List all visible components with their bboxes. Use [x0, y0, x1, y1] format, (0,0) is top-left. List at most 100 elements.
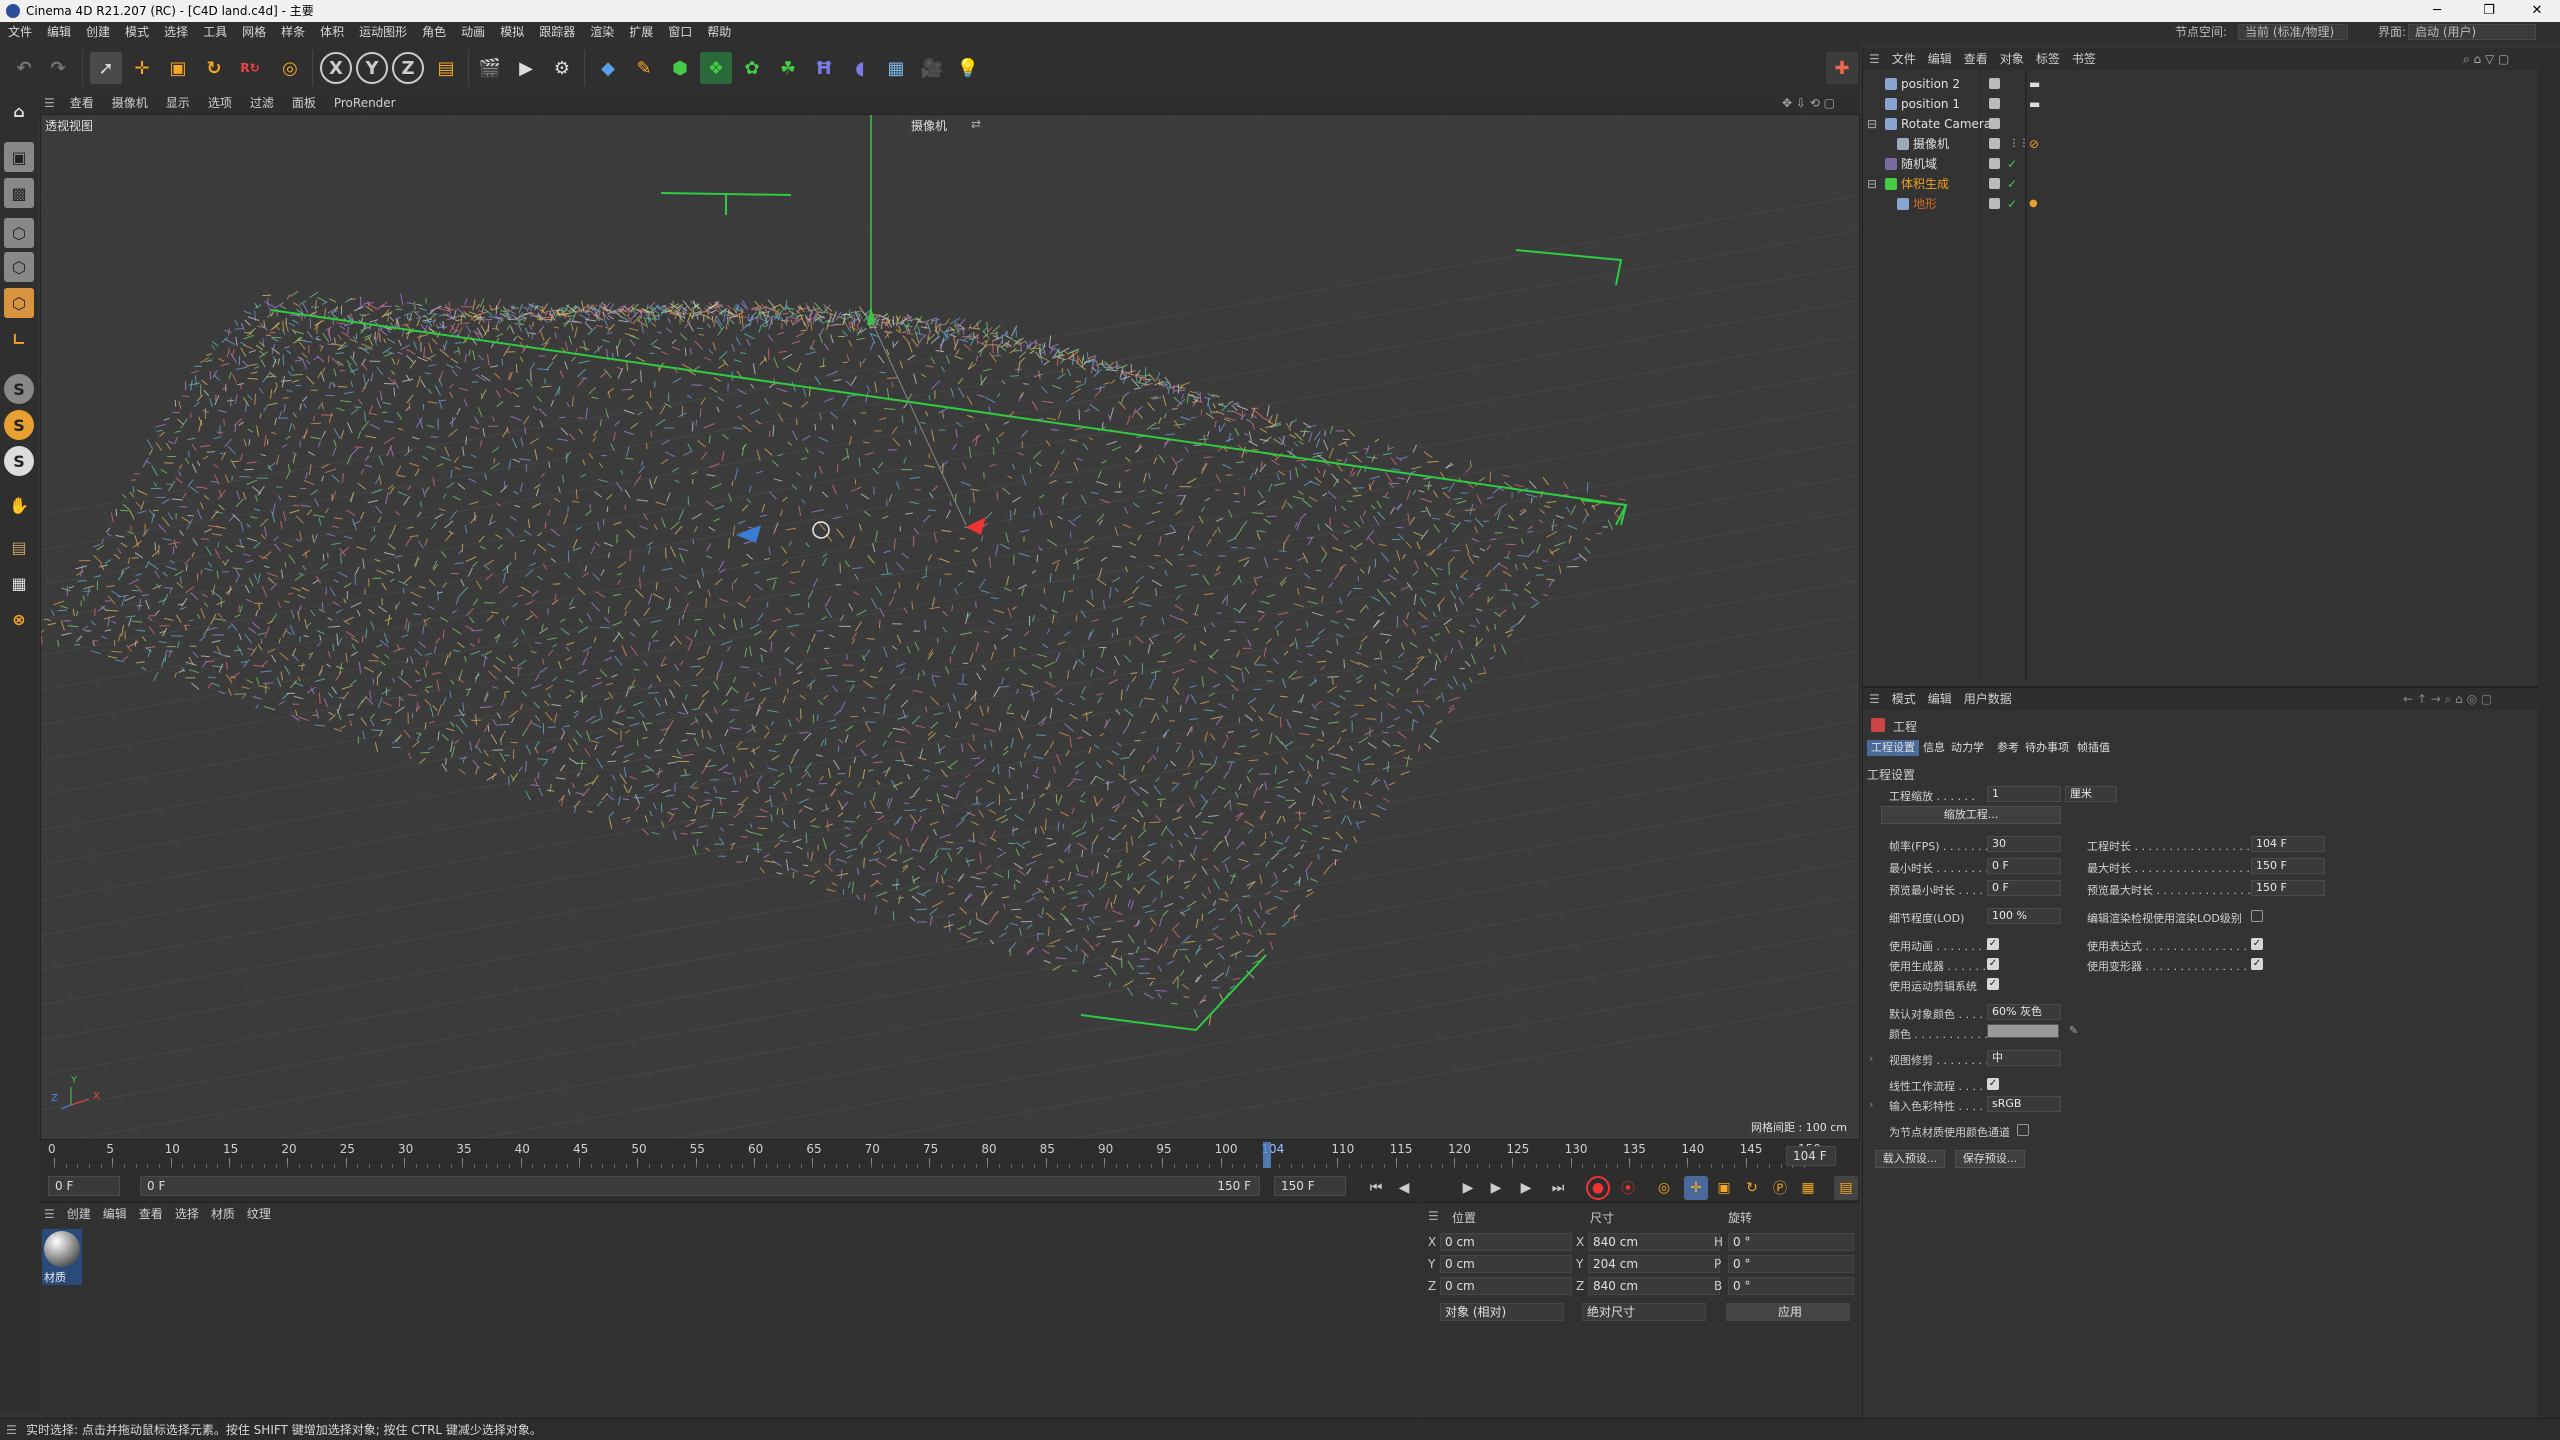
redo-icon[interactable]: ↷: [42, 52, 74, 84]
recent-tools-icon[interactable]: R↻: [234, 52, 266, 84]
render-settings-icon[interactable]: ⚙: [546, 52, 578, 84]
terrain-hair-strand: [672, 467, 680, 473]
workplane-icon[interactable]: ▤: [4, 532, 34, 562]
live-selection-icon[interactable]: ➚: [90, 52, 122, 84]
terrain-hair-strand: [1023, 752, 1027, 758]
terrain-hair-strand: [803, 732, 812, 742]
viewport-navigation-icons[interactable]: ✥ ⇩ ⟲ ▢: [1782, 92, 1835, 114]
viewport-menu-prorender[interactable]: ProRender: [325, 92, 405, 114]
node-space-dropdown[interactable]: 当前 (标准/物理): [2238, 24, 2348, 40]
terrain-hair-strand: [1360, 568, 1365, 574]
array-icon[interactable]: ❖: [700, 52, 732, 84]
model-mode-icon[interactable]: ▣: [4, 142, 34, 172]
terrain-hair-strand: [316, 641, 322, 647]
viewport-menu-display[interactable]: 显示: [157, 92, 199, 114]
terrain-hair-strand: [1007, 475, 1013, 479]
viewport-menu-filter[interactable]: 过滤: [241, 92, 283, 114]
menu-extensions[interactable]: 扩展: [621, 22, 660, 42]
snap-icon[interactable]: S: [4, 374, 34, 404]
menu-character[interactable]: 角色: [414, 22, 453, 42]
menu-spline[interactable]: 样条: [273, 22, 312, 42]
points-mode-icon[interactable]: ⬡: [4, 218, 34, 248]
polygons-mode-icon[interactable]: ⬡: [4, 288, 34, 318]
grid-icon[interactable]: ▦: [4, 568, 34, 598]
workplane-snap-icon[interactable]: S: [4, 446, 34, 476]
maximize-button[interactable]: ❐: [2466, 0, 2512, 22]
deformer-icon[interactable]: Ħ: [808, 52, 840, 84]
locked-workplane-icon[interactable]: ⊗: [4, 604, 34, 634]
viewport-menu-options[interactable]: 选项: [199, 92, 241, 114]
make-editable-icon[interactable]: ⌂: [4, 96, 34, 126]
menu-file[interactable]: 文件: [0, 22, 39, 42]
terrain-hair-strand: [826, 674, 838, 677]
z-axis-lock-button[interactable]: Z: [392, 52, 424, 84]
y-axis-lock-button[interactable]: Y: [356, 52, 388, 84]
terrain-hair-strand: [819, 775, 824, 782]
scale-icon[interactable]: ▣: [162, 52, 194, 84]
terrain-hair-strand: [457, 483, 466, 490]
viewport-menu-view[interactable]: 查看: [61, 92, 103, 114]
terrain-hair-strand: [562, 474, 565, 484]
menu-hamburger-icon[interactable]: ☰: [38, 92, 61, 114]
x-axis-lock-button[interactable]: X: [320, 52, 352, 84]
axis-mode-icon[interactable]: ∟: [4, 324, 34, 354]
camera-icon[interactable]: 🎥: [916, 52, 948, 84]
light-icon[interactable]: 💡: [952, 52, 984, 84]
viewport-menu-panel[interactable]: 面板: [283, 92, 325, 114]
terrain-hair-strand: [872, 543, 876, 553]
menu-select[interactable]: 选择: [156, 22, 195, 42]
render-view-icon[interactable]: 🎬: [474, 52, 506, 84]
terrain-hair-strand: [1367, 536, 1375, 545]
menu-window[interactable]: 窗口: [660, 22, 699, 42]
cube-icon[interactable]: ◆: [592, 52, 624, 84]
terrain-hair-strand: [836, 858, 847, 863]
edges-mode-icon[interactable]: ⬡: [4, 252, 34, 282]
rotate-icon[interactable]: ↻: [198, 52, 230, 84]
terrain-hair-strand: [1055, 651, 1061, 663]
terrain-hair-strand: [161, 498, 170, 505]
snap-settings-icon[interactable]: S: [4, 410, 34, 440]
terrain-hair-strand: [174, 430, 181, 433]
perspective-viewport[interactable]: 透视视图 摄像机 ⇄ 网格间距 : 100 cm Y X Z: [40, 114, 1860, 1140]
menu-tracker[interactable]: 跟踪器: [531, 22, 582, 42]
menu-simulate[interactable]: 模拟: [492, 22, 531, 42]
terrain-hair-strand: [1333, 569, 1342, 580]
menu-edit[interactable]: 编辑: [39, 22, 78, 42]
terrain-hair-strand: [1266, 405, 1270, 417]
coordinate-system-icon[interactable]: ▤: [430, 52, 462, 84]
transform-icon[interactable]: ◎: [274, 52, 306, 84]
terrain-hair-strand: [313, 356, 320, 361]
menu-render[interactable]: 渲染: [582, 22, 621, 42]
move-icon[interactable]: ✛: [126, 52, 158, 84]
tweak-icon[interactable]: ✋: [4, 490, 34, 520]
field-icon[interactable]: ◖: [844, 52, 876, 84]
terrain-hair-strand: [607, 606, 610, 614]
render-picture-viewer-icon[interactable]: ▶: [510, 52, 542, 84]
pen-icon[interactable]: ✎: [628, 52, 660, 84]
viewport-scene[interactable]: [41, 115, 1860, 1140]
texture-mode-icon[interactable]: ▩: [4, 178, 34, 208]
minimize-button[interactable]: ─: [2414, 0, 2460, 22]
terrain-hair-strand: [850, 486, 862, 493]
menu-animate[interactable]: 动画: [453, 22, 492, 42]
terrain-hair-strand: [1049, 740, 1055, 749]
menu-mesh[interactable]: 网格: [234, 22, 273, 42]
volume-builder-icon[interactable]: ☘: [772, 52, 804, 84]
layout-dropdown[interactable]: 启动 (用户): [2408, 24, 2536, 40]
menu-mograph[interactable]: 运动图形: [351, 22, 414, 42]
menu-tools[interactable]: 工具: [195, 22, 234, 42]
viewport-menu-camera[interactable]: 摄像机: [103, 92, 157, 114]
close-button[interactable]: ✕: [2514, 0, 2560, 22]
terrain-hair-strand: [718, 363, 726, 369]
menu-help[interactable]: 帮助: [699, 22, 738, 42]
menu-mode[interactable]: 模式: [117, 22, 156, 42]
layout-person-icon[interactable]: ✚: [1826, 52, 1858, 84]
terrain-hair-strand: [322, 367, 326, 373]
floor-icon[interactable]: ▦: [880, 52, 912, 84]
menu-create[interactable]: 创建: [78, 22, 117, 42]
subdivision-icon[interactable]: ⬢: [664, 52, 696, 84]
terrain-hair-strand: [145, 647, 153, 653]
undo-icon[interactable]: ↶: [8, 52, 40, 84]
menu-volume[interactable]: 体积: [312, 22, 351, 42]
mograph-cloner-icon[interactable]: ✿: [736, 52, 768, 84]
